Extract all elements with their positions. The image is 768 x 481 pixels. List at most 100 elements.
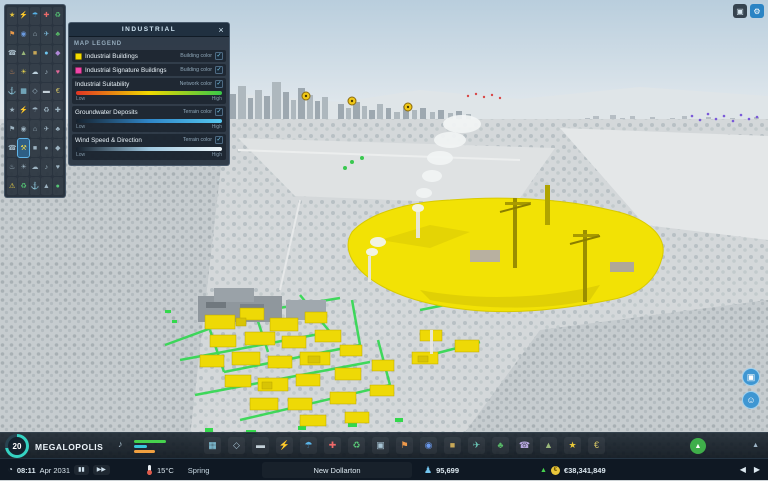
toolbar-icon-areas[interactable]: ◇	[228, 437, 245, 454]
infoview-icon-26[interactable]: ★	[7, 101, 17, 119]
infoview-icon-40[interactable]: ◆	[53, 139, 63, 157]
toolbar-icon-water-sewage[interactable]: ☂	[300, 437, 317, 454]
infoview-icon-49[interactable]: ▲	[41, 177, 51, 195]
progression-button[interactable]: ▲	[690, 438, 706, 454]
toolbar-icon-landscaping[interactable]: ▲	[540, 437, 557, 454]
legend-checkbox[interactable]: ✓	[215, 136, 223, 144]
infoview-icon-34[interactable]: ✈	[41, 120, 51, 138]
infoview-icon-30[interactable]: ✚	[53, 101, 63, 119]
infoview-icon-39[interactable]: ●	[41, 139, 51, 157]
legend-gradient	[76, 119, 222, 123]
chevron-right-icon[interactable]: ▶	[754, 466, 760, 474]
infoview-icon-15[interactable]: ◆	[53, 45, 63, 63]
city-name[interactable]: MEGALOPOLIS	[35, 442, 103, 452]
infoview-icon-38[interactable]: ■	[30, 139, 40, 157]
infoview-icon-32[interactable]: ◉	[18, 120, 28, 138]
toolbar-icon-transportation[interactable]: ✈	[468, 437, 485, 454]
infoview-icon-industrial[interactable]: ⚒	[18, 139, 28, 157]
main-toolbar: 20 MEGALOPOLIS ♪ ▦ ◇ ▬ ⚡ ☂ ✚ ♻ ▣ ⚑ ◉ ■ ✈ ♣ ☎ ▲ ★ € ▲ ▲	[0, 432, 768, 458]
toolbar-icon-communications[interactable]: ☎	[516, 437, 533, 454]
infoview-icon-20[interactable]: ♥	[53, 64, 63, 82]
legend-checkbox[interactable]: ✓	[215, 80, 223, 88]
infoview-icon-29[interactable]: ♻	[41, 101, 51, 119]
toolbar-icon-zones[interactable]: ▦	[204, 437, 221, 454]
infoview-icon-22[interactable]: ▦	[18, 83, 28, 101]
infoview-icon-46[interactable]: ⚠	[7, 177, 17, 195]
toolbar-icon-fire-rescue[interactable]: ⚑	[396, 437, 413, 454]
infoview-icon-17[interactable]: ☀	[18, 64, 28, 82]
infoview-icon-5[interactable]: ♻	[53, 7, 63, 25]
infoview-icon-33[interactable]: ⌂	[30, 120, 40, 138]
toolbar-icon-education[interactable]: ▣	[372, 437, 389, 454]
infoview-icon-21[interactable]: ⚓	[7, 83, 17, 101]
person-icon: ♟	[424, 466, 432, 475]
infoview-icon-19[interactable]: ♪	[41, 64, 51, 82]
infoview-icon-42[interactable]: ☀	[18, 158, 28, 176]
infoview-icon-25[interactable]: €	[53, 83, 63, 101]
toolbar-icon-garbage[interactable]: ♻	[348, 437, 365, 454]
infoview-icon-2[interactable]: ⚡	[18, 7, 28, 25]
gear-icon[interactable]: ⚙	[750, 4, 764, 18]
chirper-button[interactable]: ☺	[742, 391, 760, 409]
screenshot-icon[interactable]: ▣	[733, 4, 747, 18]
toolbar-icon-police[interactable]: ◉	[420, 437, 437, 454]
infoview-icon-23[interactable]: ◇	[30, 83, 40, 101]
infoview-icon-13[interactable]: ■	[30, 45, 40, 63]
toolbar-icon-parks-recreation[interactable]: ♣	[492, 437, 509, 454]
industrial-legend-panel: INDUSTRIAL × MAP LEGEND Industrial Build…	[68, 22, 230, 166]
infoview-icon-47[interactable]: ♻	[18, 177, 28, 195]
demand-widget[interactable]	[134, 440, 166, 453]
infoview-icon-44[interactable]: ♪	[41, 158, 51, 176]
infoview-icon-41[interactable]: ♨	[7, 158, 17, 176]
infoview-icon-27[interactable]: ⚡	[18, 101, 28, 119]
infoview-icon-45[interactable]: ♥	[53, 158, 63, 176]
district-display[interactable]: New Dollarton	[262, 462, 412, 478]
floating-buttons: ▣ ☺	[742, 368, 760, 409]
toolbar-icon-roads[interactable]: ▬	[252, 437, 269, 454]
toolbar-icon-economy[interactable]: €	[588, 437, 605, 454]
infoview-icon-3[interactable]: ☂	[30, 7, 40, 25]
toolbar-icon-administration[interactable]: ■	[444, 437, 461, 454]
infoview-icon-28[interactable]: ☂	[30, 101, 40, 119]
infoview-icon-35[interactable]: ♣	[53, 120, 63, 138]
infoview-icon-7[interactable]: ◉	[18, 26, 28, 44]
infoview-icon-6[interactable]: ⚑	[7, 26, 17, 44]
terrain	[0, 119, 768, 480]
infoview-icon-31[interactable]: ⚑	[7, 120, 17, 138]
infoview-icon-4[interactable]: ✚	[41, 7, 51, 25]
toolbar-icon-electricity[interactable]: ⚡	[276, 437, 293, 454]
infoview-icon-43[interactable]: ☁	[30, 158, 40, 176]
infoview-icon-9[interactable]: ✈	[41, 26, 51, 44]
infoview-icon-50[interactable]: ●	[53, 177, 63, 195]
photo-mode-button[interactable]: ▣	[742, 368, 760, 386]
check-icon: ✓	[216, 67, 221, 73]
infoview-icon-48[interactable]: ⚓	[30, 177, 40, 195]
volume-icon[interactable]: ♪	[118, 440, 123, 449]
legend-low-label: Low	[76, 96, 85, 102]
speed-button[interactable]: ▶▶	[93, 465, 110, 475]
toolbar-icon-signature-buildings[interactable]: ★	[564, 437, 581, 454]
milestone-badge[interactable]: 20	[5, 434, 29, 458]
infoview-icon-12[interactable]: ▲	[18, 45, 28, 63]
infoview-icon-8[interactable]: ⌂	[30, 26, 40, 44]
infoview-icon-1[interactable]: ★	[7, 7, 17, 25]
chevron-up-icon[interactable]: ▲	[752, 442, 759, 449]
legend-color-type: Terrain color	[183, 109, 212, 115]
pause-button[interactable]: ▮▮	[74, 465, 89, 475]
chevron-left-icon[interactable]: ◀	[740, 466, 746, 474]
legend-checkbox[interactable]: ✓	[215, 52, 223, 60]
infoview-icon-10[interactable]: ♣	[53, 26, 63, 44]
money-display[interactable]: ▲ € €38,341,849	[540, 459, 606, 481]
infoview-icon-11[interactable]: ☎	[7, 45, 17, 63]
toolbar-icon-health-deathcare[interactable]: ✚	[324, 437, 341, 454]
infoview-icon-24[interactable]: ▬	[41, 83, 51, 101]
legend-checkbox[interactable]: ✓	[215, 66, 223, 74]
infoview-icon-16[interactable]: ♨	[7, 64, 17, 82]
population-display[interactable]: ♟ 95,699	[424, 459, 459, 481]
infoview-icon-18[interactable]: ☁	[30, 64, 40, 82]
close-icon[interactable]: ×	[215, 24, 227, 36]
legend-header: INDUSTRIAL ×	[69, 23, 229, 37]
legend-checkbox[interactable]: ✓	[215, 108, 223, 116]
infoview-icon-14[interactable]: ●	[41, 45, 51, 63]
infoview-icon-36[interactable]: ☎	[7, 139, 17, 157]
